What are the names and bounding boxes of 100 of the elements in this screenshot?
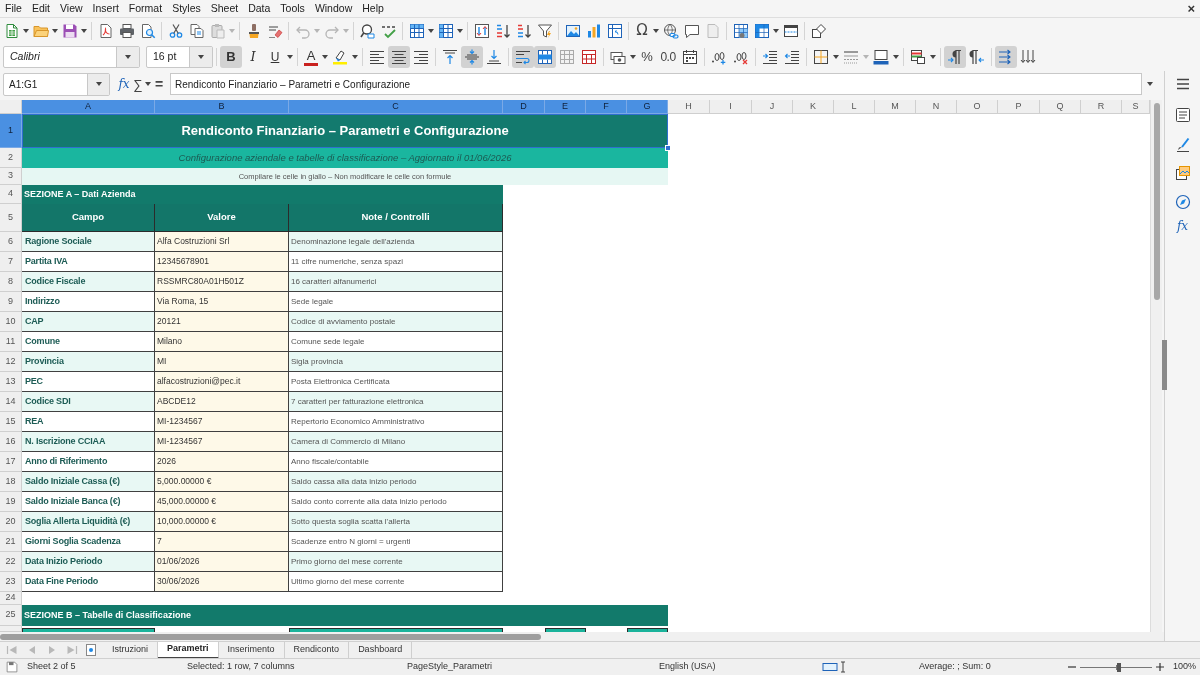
menu-item[interactable]: Format — [123, 3, 168, 14]
caret-icon[interactable] — [457, 28, 463, 33]
column-header[interactable]: L — [834, 100, 875, 114]
row-header[interactable]: 11 — [0, 332, 22, 352]
font-color-button[interactable]: A — [301, 46, 321, 68]
column-header[interactable]: K — [793, 100, 834, 114]
slider-thumb[interactable] — [1116, 662, 1121, 672]
formula-button[interactable]: = — [152, 77, 166, 91]
print-preview-icon[interactable] — [139, 22, 156, 39]
border-color-icon[interactable] — [873, 49, 889, 65]
hyperlink-icon[interactable] — [662, 22, 679, 39]
row-header[interactable]: 4 — [0, 185, 22, 204]
zoom-in-icon[interactable] — [1156, 663, 1164, 671]
column-header[interactable]: G — [627, 100, 668, 114]
sort-ascending-icon[interactable] — [494, 22, 511, 39]
caret-icon[interactable] — [352, 55, 358, 59]
find-replace-icon[interactable] — [359, 22, 376, 39]
menu-item[interactable]: Edit — [26, 3, 55, 14]
column-header[interactable]: D — [503, 100, 545, 114]
decrease-indent-icon[interactable] — [784, 49, 800, 65]
scrollbar-thumb[interactable] — [1153, 103, 1160, 300]
caret-icon[interactable] — [23, 28, 29, 33]
row-header[interactable]: 18 — [0, 472, 22, 492]
insert-columns-icon[interactable] — [437, 22, 454, 39]
comment-icon[interactable] — [683, 22, 700, 39]
caret-icon[interactable] — [322, 55, 328, 59]
row-header[interactable]: 16 — [0, 432, 22, 452]
banknotes-icon[interactable] — [610, 49, 626, 65]
caret-icon[interactable] — [95, 82, 102, 86]
column-header[interactable]: Q — [1040, 100, 1081, 114]
vertical-scrollbar[interactable] — [1150, 100, 1162, 632]
caret-icon[interactable] — [198, 55, 204, 59]
row-header[interactable]: 20 — [0, 512, 22, 532]
menu-item[interactable]: Tools — [275, 3, 310, 14]
column-header[interactable]: M — [875, 100, 916, 114]
bold-button[interactable]: B — [220, 46, 242, 68]
number-format-button[interactable]: 0.0 — [657, 46, 679, 68]
column-header[interactable]: H — [668, 100, 710, 114]
row-header[interactable]: 10 — [0, 312, 22, 332]
special-character-button[interactable]: Ω — [632, 20, 652, 41]
row-header[interactable]: 21 — [0, 532, 22, 552]
dropdown-button[interactable] — [189, 47, 212, 67]
fill-handle-icon[interactable] — [665, 145, 671, 151]
row-header[interactable]: 24 — [0, 592, 22, 605]
save-icon[interactable] — [61, 22, 78, 39]
delete-decimal-icon[interactable] — [733, 49, 749, 65]
print-icon[interactable] — [118, 22, 135, 39]
autofilter-icon[interactable] — [536, 22, 553, 39]
caret-icon[interactable] — [81, 28, 87, 33]
increase-indent-icon[interactable] — [762, 49, 778, 65]
column-header[interactable]: J — [752, 100, 793, 114]
table-grid-icon[interactable] — [581, 49, 597, 65]
pivot-table-icon[interactable] — [606, 22, 623, 39]
insert-rows-icon[interactable] — [408, 22, 425, 39]
menu-item[interactable]: Styles — [167, 3, 206, 14]
row-header[interactable]: 8 — [0, 272, 22, 292]
calendar-icon[interactable] — [682, 49, 698, 65]
freeze-panes-icon[interactable] — [753, 22, 770, 39]
italic-button[interactable]: I — [242, 46, 264, 68]
menu-item[interactable]: View — [55, 3, 88, 14]
row-header[interactable]: 6 — [0, 232, 22, 252]
row-header[interactable]: 15 — [0, 412, 22, 432]
close-button[interactable]: × — [1187, 2, 1195, 15]
column-header[interactable]: I — [710, 100, 752, 114]
selection-mode-icon[interactable] — [822, 662, 838, 672]
shapes-icon[interactable] — [810, 22, 827, 39]
column-header[interactable]: P — [998, 100, 1040, 114]
cut-icon[interactable] — [167, 22, 184, 39]
conditional-format-icon[interactable] — [910, 49, 926, 65]
zoom-slider[interactable] — [1080, 662, 1152, 672]
copy-icon[interactable] — [188, 22, 205, 39]
font-size-field[interactable]: 16 pt — [146, 46, 213, 68]
sidebar-handle[interactable] — [1162, 340, 1167, 390]
column-header[interactable]: O — [957, 100, 998, 114]
dropdown-button[interactable] — [87, 73, 109, 95]
functions-button[interactable]: fx — [1176, 220, 1189, 232]
chart-icon[interactable] — [585, 22, 602, 39]
font-name-field[interactable]: Calibri — [3, 46, 140, 68]
sort-descending-icon[interactable] — [515, 22, 532, 39]
document-save-icon[interactable] — [6, 661, 18, 673]
row-header[interactable]: 23 — [0, 572, 22, 592]
print-area-icon[interactable] — [732, 22, 749, 39]
sheet-tab[interactable]: Parametri — [158, 641, 219, 659]
properties-icon[interactable] — [1174, 107, 1191, 123]
menu-icon[interactable] — [1174, 76, 1191, 92]
pen-icon[interactable] — [1174, 137, 1191, 153]
caret-icon[interactable] — [1147, 82, 1153, 86]
caret-icon[interactable] — [653, 28, 659, 33]
name-box-field[interactable]: A1:G1 — [3, 72, 110, 96]
caret-icon[interactable] — [630, 55, 636, 59]
compass-icon[interactable] — [1174, 194, 1191, 210]
row-header[interactable]: 9 — [0, 292, 22, 312]
gallery-icon[interactable] — [1174, 165, 1191, 181]
function-wizard-button[interactable]: fx — [116, 78, 132, 90]
caret-icon[interactable] — [930, 55, 936, 59]
column-header[interactable]: S — [1122, 100, 1150, 114]
row-header[interactable]: 12 — [0, 352, 22, 372]
zoom-out-icon[interactable] — [1068, 663, 1076, 671]
row-header[interactable]: 25 — [0, 605, 22, 626]
dropdown-button[interactable] — [116, 47, 139, 67]
